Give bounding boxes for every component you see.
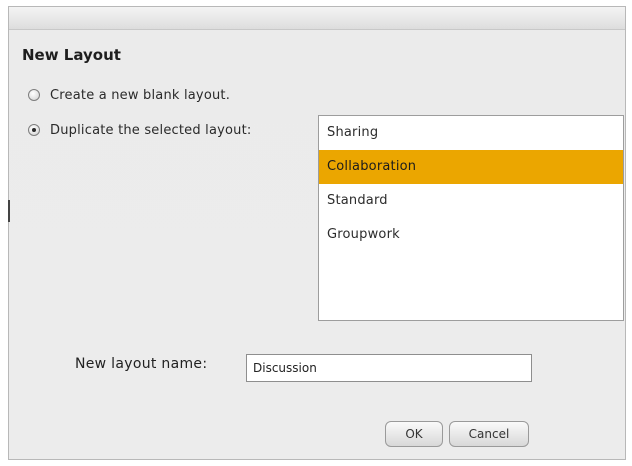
list-item-sharing[interactable]: Sharing bbox=[319, 116, 623, 150]
layout-name-label: New layout name: bbox=[75, 356, 208, 372]
radio-label-duplicate: Duplicate the selected layout: bbox=[50, 122, 252, 138]
dialog-titlebar[interactable] bbox=[9, 7, 625, 30]
radio-button-duplicate[interactable] bbox=[28, 124, 40, 136]
radio-label-blank: Create a new blank layout. bbox=[50, 87, 231, 103]
layout-listbox[interactable]: Sharing Collaboration Standard Groupwork bbox=[318, 115, 624, 321]
list-item-groupwork[interactable]: Groupwork bbox=[319, 218, 623, 252]
list-item-collaboration[interactable]: Collaboration bbox=[319, 150, 623, 184]
radio-option-duplicate[interactable]: Duplicate the selected layout: bbox=[28, 120, 251, 140]
radio-button-blank[interactable] bbox=[28, 89, 40, 101]
cancel-button[interactable]: Cancel bbox=[449, 421, 529, 447]
dialog-title: New Layout bbox=[22, 46, 121, 64]
window-edge-marker bbox=[8, 200, 10, 222]
ok-button[interactable]: OK bbox=[385, 421, 443, 447]
list-item-standard[interactable]: Standard bbox=[319, 184, 623, 218]
radio-option-blank[interactable]: Create a new blank layout. bbox=[28, 85, 230, 105]
layout-name-input[interactable] bbox=[246, 354, 532, 382]
